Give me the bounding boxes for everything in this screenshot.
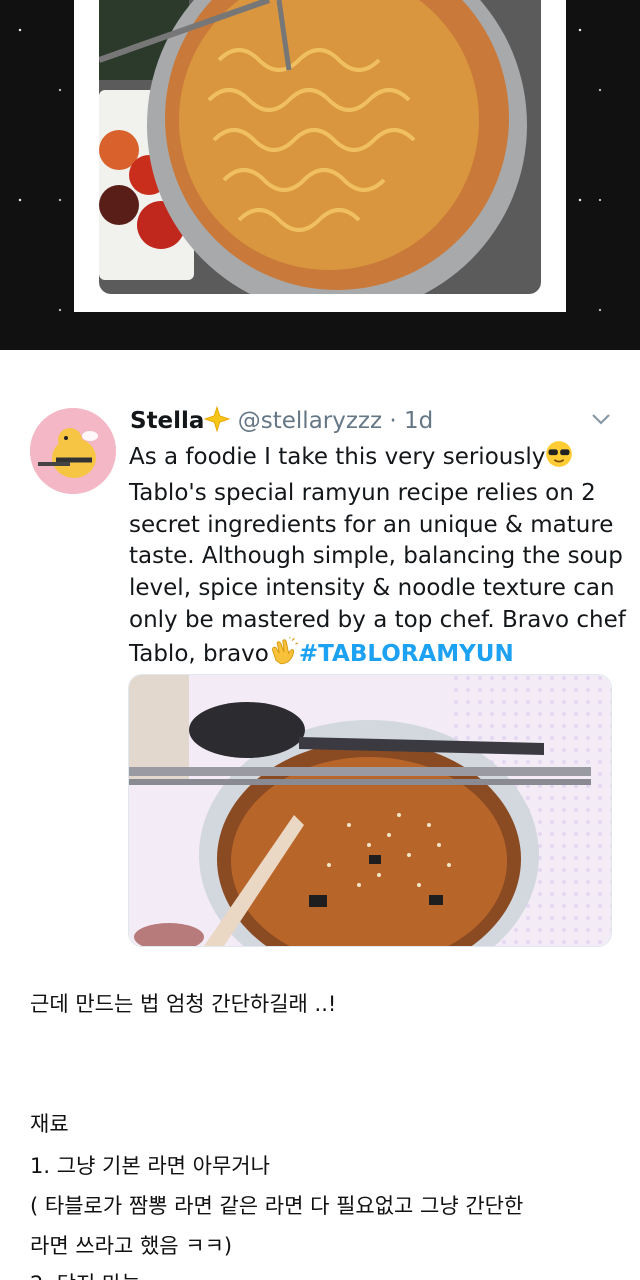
ingredients-heading: 재료 — [30, 1112, 69, 1136]
ingredient-note: ( 타블로가 짬뽕 라면 같은 라면 다 필요없고 그냥 간단한 — [30, 1194, 524, 1218]
sparkle-star-icon — [204, 405, 231, 438]
timestamp[interactable]: 1d — [404, 408, 433, 434]
sunglasses-face-icon — [545, 440, 573, 478]
tweet-text: As a foodie I take this very seriously T… — [129, 440, 626, 675]
tweet-line: Tablo, bravo #TABLORAMYUN — [129, 636, 619, 675]
tweet-line: secret ingredients for an unique & matur… — [129, 511, 614, 538]
ingredient-note: 라면 쓰라고 했음 ㅋㅋ) — [30, 1234, 233, 1258]
tweet-photo[interactable] — [128, 674, 612, 947]
tweet-header: Stella @stellaryzzz · 1d — [130, 405, 433, 438]
page: Stella @stellaryzzz · 1d As a foodie I t… — [0, 0, 640, 1280]
tweet-line: taste. Although simple, balancing the so… — [129, 543, 623, 570]
tweet-line: Tablo's special ramyun recipe relies on … — [129, 479, 596, 506]
ramyun-photo-top — [99, 0, 541, 294]
display-name[interactable]: Stella — [130, 408, 204, 434]
avatar[interactable] — [30, 408, 116, 494]
clapping-hands-icon — [269, 636, 299, 675]
ingredient-item: 2. 단지 마늘 — [30, 1268, 141, 1280]
tweet-line: level, spice intensity & noodle texture … — [129, 575, 615, 602]
top-background — [0, 0, 640, 350]
tweet-line: As a foodie I take this very seriously — [129, 440, 619, 478]
chevron-down-icon[interactable] — [590, 410, 612, 428]
ingredient-item: 1. 그냥 기본 라면 아무거나 — [30, 1154, 270, 1178]
tweet-line: only be mastered by a top chef. Bravo ch… — [129, 606, 626, 633]
hashtag-link[interactable]: #TABLORAMYUN — [299, 641, 514, 667]
handle[interactable]: @stellaryzzz — [238, 408, 382, 434]
blog-line: 근데 만드는 법 엄청 간단하길래 ..! — [30, 992, 337, 1016]
separator: · — [389, 408, 397, 434]
